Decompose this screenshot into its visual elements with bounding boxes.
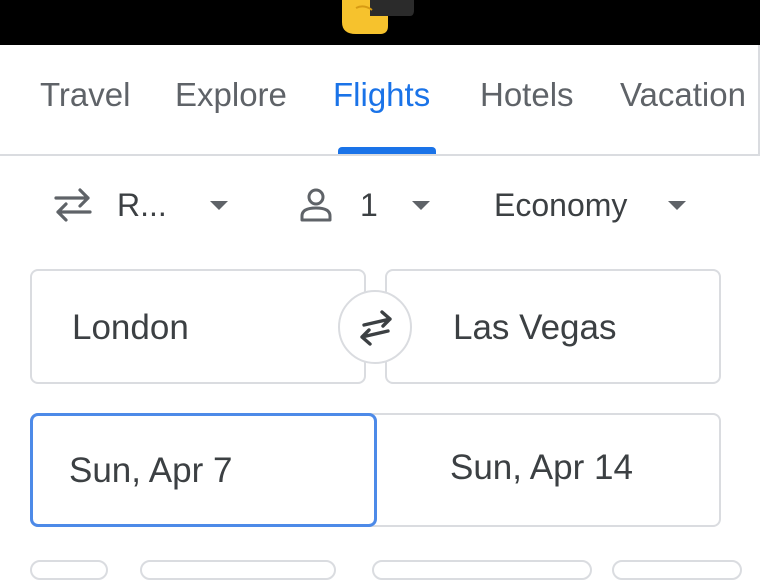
- filter-chip[interactable]: [612, 560, 742, 580]
- tab-vacation[interactable]: Vacation: [620, 75, 746, 115]
- passenger-count: 1: [360, 187, 378, 223]
- departure-date-field[interactable]: Sun, Apr 7: [30, 413, 377, 527]
- return-date-field[interactable]: Sun, Apr 14: [378, 415, 719, 525]
- trip-type-label: R...: [117, 187, 167, 223]
- trip-options-row: R... 1 Economy: [0, 175, 760, 235]
- cabin-class-caret-icon: [668, 201, 686, 210]
- tab-flights[interactable]: Flights: [333, 75, 430, 115]
- tab-explore[interactable]: Explore: [175, 75, 287, 115]
- filter-chip[interactable]: [30, 560, 108, 580]
- round-trip-arrows-icon: [54, 188, 92, 222]
- origin-field[interactable]: London: [30, 269, 366, 384]
- destination-value: Las Vegas: [453, 308, 617, 347]
- origin-value: London: [72, 308, 189, 347]
- return-date-value: Sun, Apr 14: [450, 448, 633, 487]
- cabin-class-label: Economy: [494, 187, 628, 223]
- tab-travel[interactable]: Travel: [40, 75, 130, 115]
- passenger-caret-icon: [412, 201, 430, 210]
- filter-chip[interactable]: [372, 560, 592, 580]
- tabs-divider: [0, 154, 760, 156]
- swap-arrows-icon: [360, 310, 392, 346]
- status-bar: [0, 0, 760, 45]
- departure-date-value: Sun, Apr 7: [69, 451, 233, 490]
- pointing-hand-emoji-icon: [342, 0, 414, 34]
- nav-tabs: Travel Explore Flights Hotels Vacation: [0, 45, 760, 155]
- filter-chip[interactable]: [140, 560, 336, 580]
- destination-field[interactable]: Las Vegas: [385, 269, 721, 384]
- swap-route-button[interactable]: [338, 290, 412, 364]
- tab-hotels[interactable]: Hotels: [480, 75, 574, 115]
- person-icon: [300, 188, 332, 222]
- trip-type-caret-icon: [210, 201, 228, 210]
- filter-chips-row: [0, 560, 760, 580]
